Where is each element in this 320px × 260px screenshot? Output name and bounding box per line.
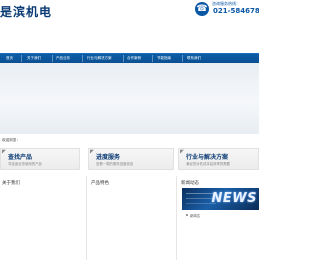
news-banner-image[interactable]: NEWS — [182, 188, 259, 210]
nav-separator — [82, 55, 83, 62]
arrow-icon: ◤ — [180, 149, 184, 155]
news-image-text: NEWS — [211, 191, 257, 206]
column-title: 产品特色 — [91, 181, 109, 186]
card-title: 查找产品 — [8, 154, 33, 161]
card-title: 行业与解决方案 — [186, 154, 229, 161]
welcome-label: 欢迎浏览： — [2, 138, 20, 142]
arrow-icon: ◤ — [90, 149, 94, 155]
nav-separator — [21, 55, 22, 62]
page: 是滨机电 ☎ 咨询服务热线： 021-58467884 首页 关于我们 产品业务… — [0, 0, 259, 260]
nav-separator — [152, 55, 153, 62]
card-subtitle: 寻找适合您使用的产品 — [8, 162, 42, 166]
card-progress-service[interactable]: ◤ 进度服务 查看一周的服务进度信息 — [88, 148, 174, 170]
arrow-icon: ◤ — [2, 149, 6, 155]
nav-item-cases[interactable]: 合作案例 — [127, 54, 141, 63]
nav-item-about[interactable]: 关于我们 — [27, 54, 41, 63]
nav-item-home[interactable]: 首页 — [6, 54, 13, 63]
header: 是滨机电 ☎ 咨询服务热线： 021-58467884 — [0, 0, 259, 53]
card-solutions[interactable]: ◤ 行业与解决方案 满足您对低成本高效率的需要 — [178, 148, 259, 170]
brand-title: 是滨机电 — [0, 5, 53, 19]
nav-item-contact[interactable]: 联系我们 — [187, 54, 201, 63]
banner — [0, 63, 259, 134]
nav-item-solutions[interactable]: 行业与解决方案 — [87, 54, 112, 63]
nav-separator — [182, 55, 183, 62]
card-find-products[interactable]: ◤ 查找产品 寻找适合您使用的产品 — [0, 148, 80, 170]
hotline: ☎ 咨询服务热线： 021-58467884 — [195, 1, 259, 19]
nav-separator — [52, 55, 53, 62]
nav-item-products[interactable]: 产品业务 — [56, 54, 70, 63]
column-title: 关于我们 — [2, 181, 20, 186]
phone-icon: ☎ — [195, 2, 209, 16]
nav-item-energy-guide[interactable]: 节能指南 — [157, 54, 171, 63]
column-about: 关于我们 — [0, 176, 85, 260]
card-subtitle: 满足您对低成本高效率的需要 — [186, 162, 231, 166]
card-subtitle: 查看一周的服务进度信息 — [96, 162, 134, 166]
news-bullet-icon — [186, 214, 188, 216]
column-title: 新闻动态 — [181, 181, 199, 186]
column-features: 产品特色 — [87, 176, 175, 260]
hotline-number: 021-58467884 — [213, 7, 259, 15]
card-title: 进度服务 — [96, 154, 121, 161]
news-link[interactable]: 新闻名 — [190, 213, 200, 218]
main-nav: 首页 关于我们 产品业务 行业与解决方案 合作案例 节能指南 联系我们 — [0, 53, 259, 63]
nav-separator — [123, 55, 124, 62]
